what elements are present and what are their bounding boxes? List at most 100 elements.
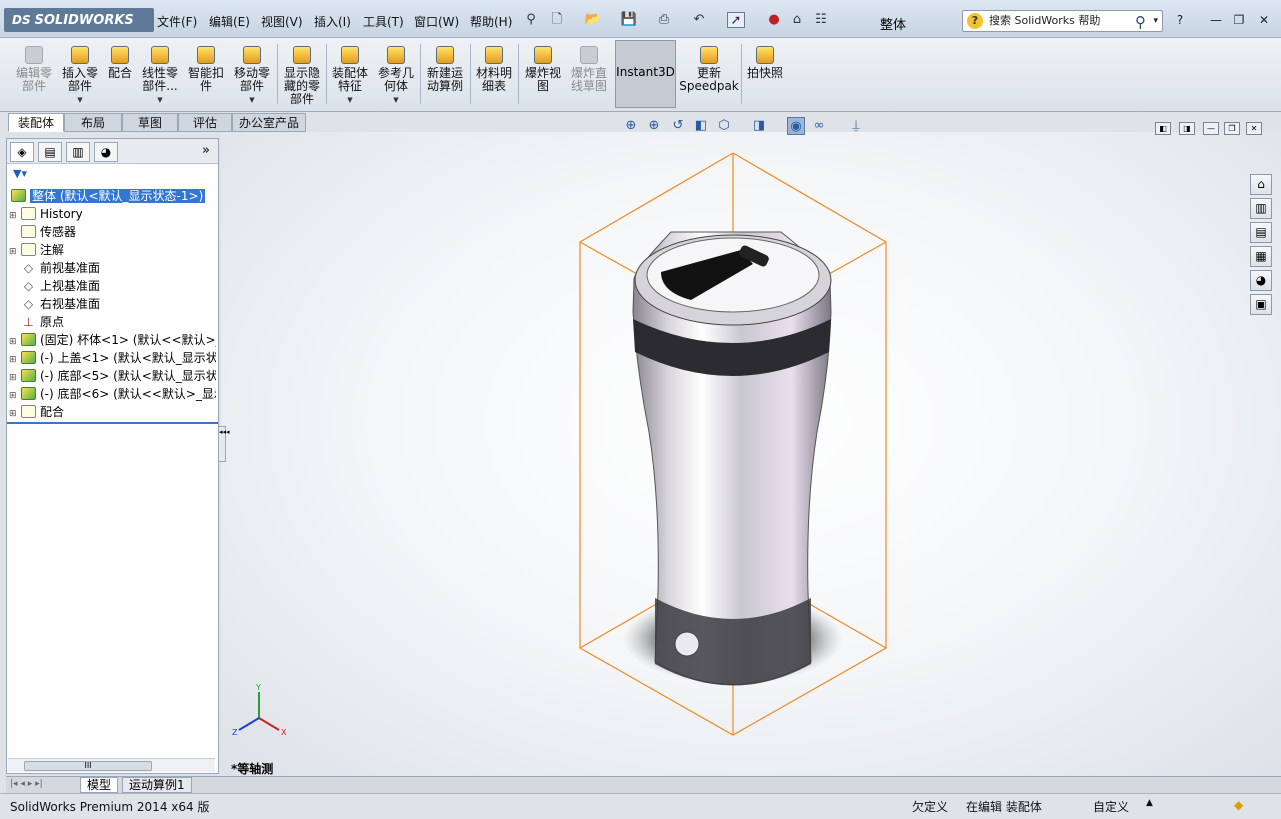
minimize-icon[interactable]: — bbox=[1203, 122, 1219, 135]
menu-help[interactable]: 帮助(H) bbox=[470, 13, 512, 30]
scrollbar-thumb[interactable]: III bbox=[24, 761, 152, 771]
expand-panel-icon[interactable]: » bbox=[202, 143, 210, 158]
file-explorer-icon[interactable]: ▤ bbox=[1250, 222, 1272, 243]
move-component-button[interactable]: 移动零 部件 ▼ bbox=[230, 40, 274, 110]
minimize-icon[interactable]: — bbox=[1208, 13, 1224, 27]
search-icon[interactable]: ⚲ bbox=[1135, 12, 1146, 32]
apply-scene-icon[interactable]: ⍊ bbox=[847, 117, 865, 135]
menu-insert[interactable]: 插入(I) bbox=[314, 13, 351, 30]
expand-icon[interactable]: ⊞ bbox=[9, 243, 19, 259]
view-orientation-icon[interactable]: ⬡ bbox=[715, 117, 733, 135]
tab-sketch[interactable]: 草图 bbox=[122, 113, 178, 132]
rebuild-status-icon[interactable]: ◆ bbox=[1234, 798, 1243, 812]
property-manager-tab-icon[interactable]: ▤ bbox=[38, 142, 62, 162]
insert-component-button[interactable]: 插入零 部件 ▼ bbox=[58, 40, 102, 110]
custom-properties-icon[interactable]: ▣ bbox=[1250, 294, 1272, 315]
exploded-view-button[interactable]: 爆炸视 图 bbox=[521, 40, 565, 110]
status-units[interactable]: 自定义 bbox=[1093, 798, 1129, 815]
undo-icon[interactable]: ↶ bbox=[690, 12, 708, 28]
reference-geometry-button[interactable]: 参考几 何体 ▼ bbox=[374, 40, 418, 110]
tree-item-sensors[interactable]: 传感器 bbox=[9, 223, 216, 241]
section-view-icon[interactable]: ◧ bbox=[692, 117, 710, 135]
design-library-icon[interactable]: ▥ bbox=[1250, 198, 1272, 219]
menu-file[interactable]: 文件(F) bbox=[157, 13, 197, 30]
solidworks-resources-icon[interactable]: ⌂ bbox=[1250, 174, 1272, 195]
hide-show-items-icon[interactable]: ◉ bbox=[787, 117, 805, 135]
tree-horizontal-scrollbar[interactable]: III bbox=[8, 758, 215, 772]
expand-icon[interactable]: ⊞ bbox=[9, 351, 19, 367]
search-input[interactable]: 搜索 SolidWorks 帮助 bbox=[989, 14, 1100, 27]
display-style-icon[interactable]: ◨ bbox=[750, 117, 768, 135]
tab-assembly[interactable]: 装配体 bbox=[8, 113, 64, 132]
chevron-up-icon[interactable]: ▲ bbox=[1146, 798, 1153, 808]
chevron-down-icon[interactable]: ▼ bbox=[138, 94, 182, 107]
graphics-area[interactable]: Y X Z bbox=[221, 132, 1281, 776]
zoom-to-area-icon[interactable]: ⊕ bbox=[645, 117, 663, 135]
instant3d-button[interactable]: Instant3D bbox=[615, 40, 676, 108]
edit-component-button[interactable]: 编辑零 部件 bbox=[10, 40, 58, 110]
tree-item-top-plane[interactable]: ◇ 上视基准面 bbox=[9, 277, 216, 295]
tab-motion-study-1[interactable]: 运动算例1 bbox=[122, 777, 192, 793]
tree-item-origin[interactable]: ⊥ 原点 bbox=[9, 313, 216, 331]
options-icon[interactable]: ☷ bbox=[812, 12, 830, 28]
take-snapshot-button[interactable]: 拍快照 bbox=[744, 40, 786, 110]
chevron-down-icon[interactable]: ▼ bbox=[230, 94, 274, 107]
tree-item-bottom-6[interactable]: ⊞ (-) 底部<6> (默认<<默认>_显示状态 1>) bbox=[9, 385, 216, 403]
expand-icon[interactable]: ⊞ bbox=[9, 405, 19, 421]
save-icon[interactable]: 💾 bbox=[620, 12, 638, 28]
menu-tools[interactable]: 工具(T) bbox=[363, 13, 404, 30]
tree-item-annotations[interactable]: ⊞ 注解 bbox=[9, 241, 216, 259]
new-motion-study-button[interactable]: 新建运 动算例 bbox=[423, 40, 467, 110]
tile-right-icon[interactable]: ◨ bbox=[1179, 122, 1195, 135]
chevron-down-icon[interactable]: ▼ bbox=[374, 94, 418, 107]
menu-view[interactable]: 视图(V) bbox=[261, 13, 303, 30]
expand-icon[interactable]: ⊞ bbox=[9, 369, 19, 385]
configuration-manager-tab-icon[interactable]: ▥ bbox=[66, 142, 90, 162]
tab-scroll-arrows-icon[interactable]: |◂ ◂ ▸ ▸| bbox=[10, 779, 43, 789]
tree-item-bottom-5[interactable]: ⊞ (-) 底部<5> (默认<默认_显示状态-1>) bbox=[9, 367, 216, 385]
view-palette-icon[interactable]: ▦ bbox=[1250, 246, 1272, 267]
linear-pattern-button[interactable]: 线性零 部件... ▼ bbox=[138, 40, 182, 110]
tree-item-history[interactable]: ⊞ History bbox=[9, 205, 216, 223]
tree-item-mates[interactable]: ⊞ 配合 bbox=[9, 403, 216, 421]
file-properties-icon[interactable]: ⌂ bbox=[788, 12, 806, 28]
explode-line-sketch-button[interactable]: 爆炸直 线草图 bbox=[567, 40, 611, 110]
update-speedpak-button[interactable]: 更新 Speedpak bbox=[679, 40, 739, 110]
tab-layout[interactable]: 布局 bbox=[64, 113, 122, 132]
zoom-to-fit-icon[interactable]: ⊕ bbox=[622, 117, 640, 135]
show-hidden-components-button[interactable]: 显示隐 藏的零 部件 bbox=[280, 40, 324, 110]
tree-root[interactable]: 整体 (默认<默认_显示状态-1>) bbox=[9, 187, 216, 205]
feature-manager-tab-icon[interactable]: ◈ bbox=[10, 142, 34, 162]
new-document-icon[interactable]: 🗋 bbox=[548, 12, 566, 28]
assembly-features-button[interactable]: 装配体 特征 ▼ bbox=[329, 40, 371, 110]
assembly-model[interactable]: Y X Z bbox=[221, 132, 1281, 776]
smart-fasteners-button[interactable]: 智能扣 件 bbox=[186, 40, 226, 110]
restore-icon[interactable]: ❐ bbox=[1224, 122, 1240, 135]
print-icon[interactable]: ⎙ bbox=[655, 12, 673, 28]
expand-icon[interactable]: ⊞ bbox=[9, 387, 19, 403]
previous-view-icon[interactable]: ↺ bbox=[669, 117, 687, 135]
tree-item-lid[interactable]: ⊞ (-) 上盖<1> (默认<默认_显示状态-1>) bbox=[9, 349, 216, 367]
tree-item-right-plane[interactable]: ◇ 右视基准面 bbox=[9, 295, 216, 313]
help-search[interactable]: ? 搜索 SolidWorks 帮助 ⚲ ▾ bbox=[962, 10, 1163, 32]
menu-edit[interactable]: 编辑(E) bbox=[209, 13, 250, 30]
tab-evaluate[interactable]: 评估 bbox=[178, 113, 232, 132]
select-cursor-icon[interactable]: ➚ bbox=[727, 12, 745, 28]
tile-left-icon[interactable]: ◧ bbox=[1155, 122, 1171, 135]
close-icon[interactable]: ✕ bbox=[1256, 13, 1272, 27]
display-manager-tab-icon[interactable]: ◕ bbox=[94, 142, 118, 162]
filter-icon[interactable]: ▼▾ bbox=[13, 167, 27, 180]
chevron-down-icon[interactable]: ▾ bbox=[1153, 11, 1158, 31]
appearances-icon[interactable]: ◕ bbox=[1250, 270, 1272, 291]
pin-icon[interactable]: ⚲ bbox=[522, 12, 540, 28]
menu-window[interactable]: 窗口(W) bbox=[414, 13, 459, 30]
open-folder-icon[interactable]: 📂 bbox=[584, 12, 602, 28]
rebuild-icon[interactable]: ● bbox=[765, 12, 783, 28]
expand-icon[interactable]: ⊞ bbox=[9, 333, 19, 349]
bill-of-materials-button[interactable]: 材料明 细表 bbox=[473, 40, 515, 110]
solidworks-logo[interactable]: DS SOLIDWORKS bbox=[4, 8, 154, 32]
chevron-down-icon[interactable]: ▼ bbox=[329, 94, 371, 107]
chevron-down-icon[interactable]: ▼ bbox=[58, 94, 102, 107]
restore-icon[interactable]: ❐ bbox=[1231, 13, 1247, 27]
tab-office-products[interactable]: 办公室产品 bbox=[232, 113, 306, 132]
